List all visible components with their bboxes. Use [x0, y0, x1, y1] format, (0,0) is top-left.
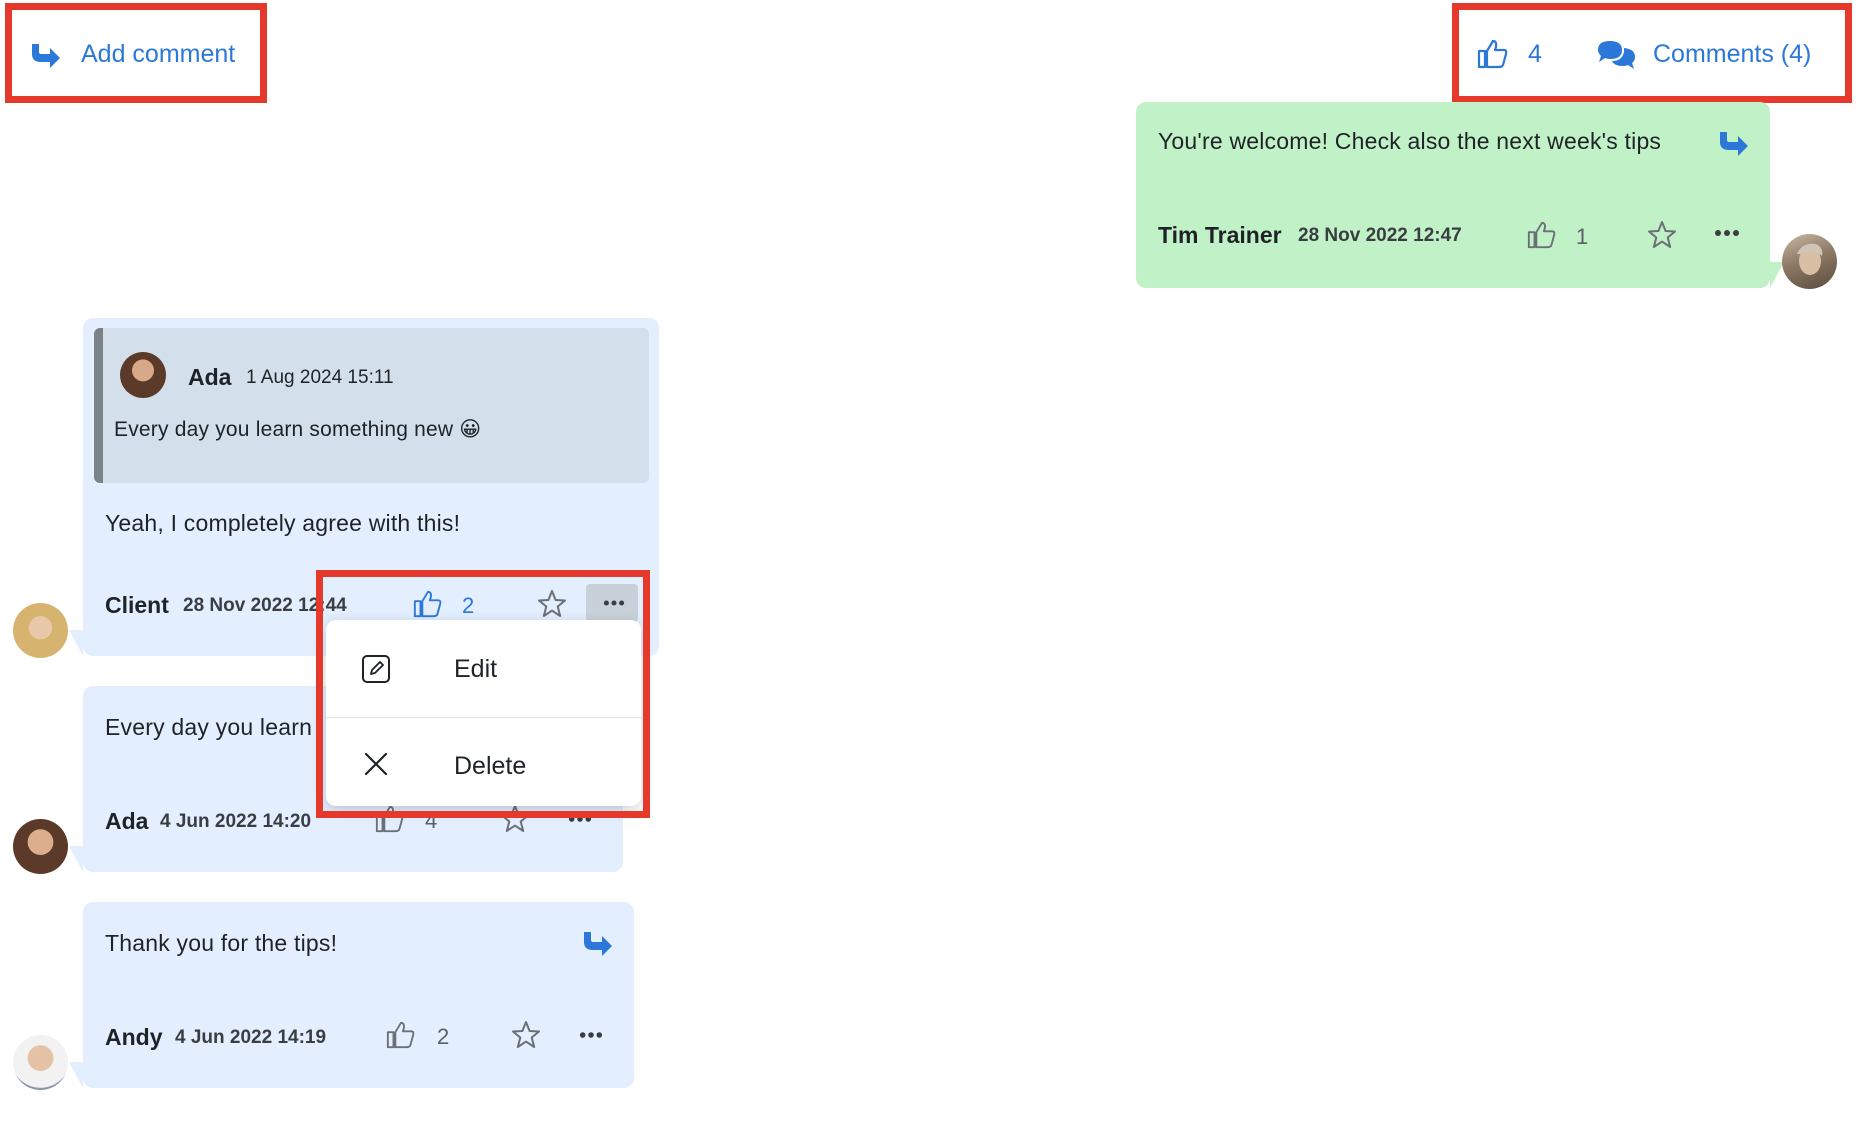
comment-date: 28 Nov 2022 12:47: [1298, 225, 1462, 246]
comment-date: 4 Jun 2022 14:20: [160, 811, 312, 832]
comment-text: Yeah, I completely agree with this!: [105, 510, 461, 536]
avatar: [13, 603, 68, 658]
star-icon[interactable]: [1647, 220, 1677, 250]
comment-date: 4 Jun 2022 14:19: [175, 1027, 327, 1048]
quote-text: Every day you learn something new 😀: [114, 418, 482, 441]
highlight-header-stats: [1452, 3, 1852, 103]
more-icon[interactable]: [579, 1030, 603, 1040]
highlight-context-menu: [316, 570, 650, 818]
comment-text: You're welcome! Check also the next week…: [1158, 128, 1662, 154]
quote-author: Ada: [188, 364, 232, 390]
comment-author: Client: [105, 592, 169, 618]
like-count: 1: [1576, 224, 1589, 249]
reply-arrow-icon[interactable]: [580, 928, 614, 958]
more-icon[interactable]: [1714, 228, 1740, 238]
avatar: [13, 819, 68, 874]
avatar: [13, 1035, 68, 1090]
quote-date: 1 Aug 2024 15:11: [246, 367, 394, 388]
like-count: 2: [437, 1024, 450, 1049]
bubble-tail: [69, 1062, 83, 1088]
comment-text: Thank you for the tips!: [105, 930, 338, 956]
quoted-comment: [94, 328, 649, 483]
reply-arrow-icon[interactable]: [1716, 128, 1750, 158]
thumbs-up-icon[interactable]: [1526, 220, 1557, 250]
quote-avatar: [120, 352, 166, 398]
comment-text: Every day you learn: [105, 714, 313, 740]
bubble-tail: [69, 630, 83, 656]
bubble-tail: [69, 846, 83, 872]
star-icon[interactable]: [511, 1020, 541, 1050]
comment-author: Ada: [105, 808, 149, 834]
avatar: [1782, 234, 1837, 289]
thumbs-up-icon[interactable]: [385, 1020, 416, 1050]
highlight-add-comment: [5, 3, 267, 103]
comment-author: Tim Trainer: [1158, 222, 1282, 248]
comment-author: Andy: [105, 1024, 163, 1050]
